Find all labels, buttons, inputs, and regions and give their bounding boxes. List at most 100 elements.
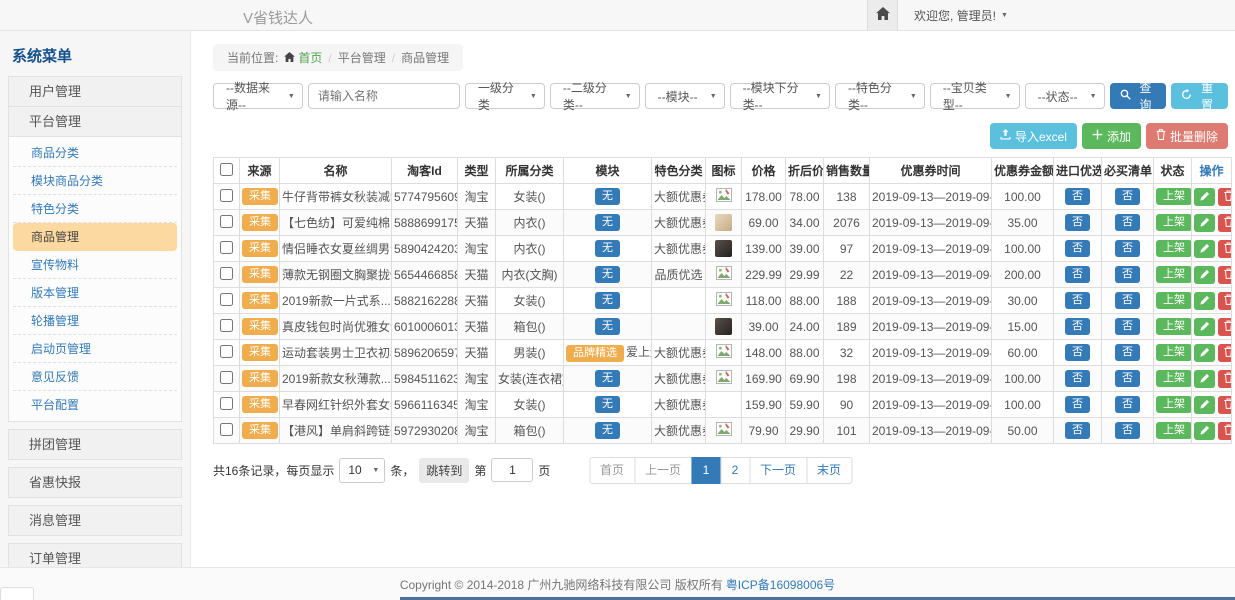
module-badge[interactable]: 无 (595, 266, 620, 283)
must-buy-toggle[interactable]: 否 (1115, 292, 1140, 309)
module-badge[interactable]: 无 (595, 214, 620, 231)
must-buy-toggle[interactable]: 否 (1115, 422, 1140, 439)
filter-select[interactable]: --宝贝类型--▼ (930, 83, 1020, 109)
jump-button[interactable]: 跳转到 (419, 458, 469, 483)
edit-button[interactable] (1194, 214, 1215, 232)
delete-button[interactable] (1218, 292, 1232, 310)
module-badge[interactable]: 无 (595, 396, 620, 413)
edit-button[interactable] (1194, 188, 1215, 206)
edit-button[interactable] (1194, 344, 1215, 362)
module-badge[interactable]: 无 (595, 422, 620, 439)
delete-button[interactable] (1218, 266, 1232, 284)
import-select-toggle[interactable]: 否 (1065, 240, 1090, 257)
import-excel-button[interactable]: 导入excel (990, 123, 1077, 149)
edit-button[interactable] (1194, 422, 1215, 440)
status-badge[interactable]: 上架 (1156, 318, 1192, 335)
user-menu[interactable]: 欢迎您, 管理员! ▼ (914, 7, 1008, 24)
status-badge[interactable]: 上架 (1156, 422, 1192, 439)
import-select-toggle[interactable]: 否 (1065, 292, 1090, 309)
must-buy-toggle[interactable]: 否 (1115, 396, 1140, 413)
sidebar-group[interactable]: 拼团管理 (8, 429, 182, 460)
page-button[interactable]: 1 (691, 457, 721, 484)
import-select-toggle[interactable]: 否 (1065, 188, 1090, 205)
breadcrumb-home-link[interactable]: 首页 (284, 49, 322, 66)
sidebar-item[interactable]: 轮播管理 (13, 307, 177, 335)
sidebar-item[interactable]: 版本管理 (13, 279, 177, 307)
delete-button[interactable] (1218, 240, 1232, 258)
delete-button[interactable] (1218, 396, 1232, 414)
module-badge[interactable]: 无 (595, 240, 620, 257)
breadcrumb-item[interactable]: 平台管理 (338, 49, 386, 66)
status-badge[interactable]: 上架 (1156, 188, 1192, 205)
name-search-input[interactable] (308, 83, 460, 109)
row-checkbox[interactable] (220, 267, 233, 280)
sidebar-item[interactable]: 商品管理 (13, 223, 177, 251)
status-badge[interactable]: 上架 (1156, 396, 1192, 413)
filter-select[interactable]: --特色分类--▼ (835, 83, 925, 109)
edit-button[interactable] (1194, 318, 1215, 336)
reset-button[interactable]: 重置 (1171, 83, 1228, 109)
row-checkbox[interactable] (220, 189, 233, 202)
must-buy-toggle[interactable]: 否 (1115, 370, 1140, 387)
must-buy-toggle[interactable]: 否 (1115, 240, 1140, 257)
corner-widget[interactable] (0, 587, 34, 600)
import-select-toggle[interactable]: 否 (1065, 344, 1090, 361)
row-checkbox[interactable] (220, 293, 233, 306)
row-checkbox[interactable] (220, 241, 233, 254)
filter-select[interactable]: --模块--▼ (645, 83, 725, 109)
delete-button[interactable] (1218, 422, 1232, 440)
must-buy-toggle[interactable]: 否 (1115, 344, 1140, 361)
page-button[interactable]: 下一页 (749, 457, 807, 484)
status-badge[interactable]: 上架 (1156, 266, 1192, 283)
edit-button[interactable] (1194, 266, 1215, 284)
filter-select[interactable]: --状态--▼ (1025, 83, 1105, 109)
module-badge[interactable]: 无 (595, 292, 620, 309)
sidebar-item[interactable]: 平台配置 (13, 391, 177, 419)
import-select-toggle[interactable]: 否 (1065, 370, 1090, 387)
row-checkbox[interactable] (220, 371, 233, 384)
page-button[interactable]: 首页 (589, 457, 635, 484)
sidebar-group[interactable]: 订单管理 (8, 543, 182, 567)
page-button[interactable]: 上一页 (634, 457, 692, 484)
import-select-toggle[interactable]: 否 (1065, 266, 1090, 283)
sidebar-item[interactable]: 模块商品分类 (13, 167, 177, 195)
status-badge[interactable]: 上架 (1156, 240, 1192, 257)
must-buy-toggle[interactable]: 否 (1115, 266, 1140, 283)
status-badge[interactable]: 上架 (1156, 214, 1192, 231)
sidebar-group[interactable]: 省惠快报 (8, 467, 182, 498)
must-buy-toggle[interactable]: 否 (1115, 318, 1140, 335)
delete-button[interactable] (1218, 188, 1232, 206)
module-badge[interactable]: 无 (595, 188, 620, 205)
home-button[interactable] (867, 0, 898, 30)
edit-button[interactable] (1194, 396, 1215, 414)
status-badge[interactable]: 上架 (1156, 344, 1192, 361)
edit-button[interactable] (1194, 240, 1215, 258)
sidebar-group[interactable]: 消息管理 (8, 505, 182, 536)
row-checkbox[interactable] (220, 319, 233, 332)
delete-button[interactable] (1218, 214, 1232, 232)
filter-select[interactable]: --二级分类--▼ (550, 83, 640, 109)
page-button[interactable]: 2 (720, 457, 750, 484)
delete-button[interactable] (1218, 344, 1232, 362)
filter-select[interactable]: --数据来源--▼ (213, 83, 303, 109)
batch-delete-button[interactable]: 批量删除 (1146, 123, 1228, 149)
import-select-toggle[interactable]: 否 (1065, 396, 1090, 413)
delete-button[interactable] (1218, 318, 1232, 336)
edit-button[interactable] (1194, 292, 1215, 310)
sidebar-item[interactable]: 特色分类 (13, 195, 177, 223)
import-select-toggle[interactable]: 否 (1065, 422, 1090, 439)
sidebar-item[interactable]: 启动页管理 (13, 335, 177, 363)
select-all-checkbox[interactable] (220, 163, 233, 176)
row-checkbox[interactable] (220, 397, 233, 410)
filter-select[interactable]: 一级分类▼ (465, 83, 545, 109)
sidebar-item[interactable]: 意见反馈 (13, 363, 177, 391)
sidebar-group[interactable]: 用户管理 (8, 76, 182, 107)
row-checkbox[interactable] (220, 215, 233, 228)
module-badge[interactable]: 无 (595, 370, 620, 387)
query-button[interactable]: 查询 (1110, 83, 1167, 109)
module-badge[interactable]: 无 (595, 318, 620, 335)
page-button[interactable]: 末页 (806, 457, 852, 484)
sidebar-item[interactable]: 宣传物料 (13, 251, 177, 279)
page-number-input[interactable] (491, 458, 533, 482)
module-badge[interactable]: 品牌精选 (566, 345, 624, 362)
